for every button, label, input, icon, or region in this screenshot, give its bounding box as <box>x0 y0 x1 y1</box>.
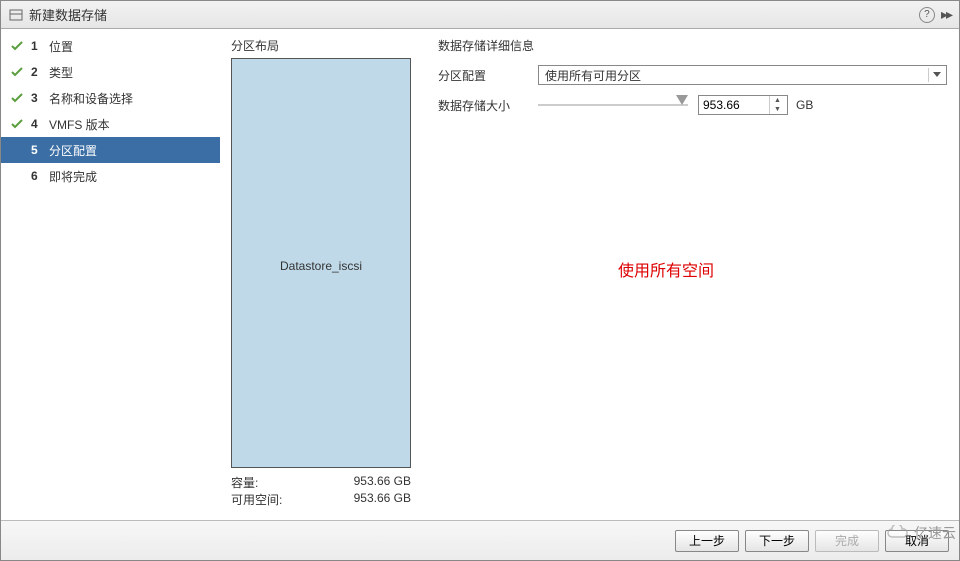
partition-diagram: Datastore_iscsi <box>231 58 411 468</box>
datastore-details-column: 数据存储详细信息 分区配置 使用所有可用分区 数据存储大小 <box>438 37 947 520</box>
back-button[interactable]: 上一步 <box>675 530 739 552</box>
spinner-down-icon[interactable]: ▼ <box>770 105 785 114</box>
wizard-sidebar: 1 位置 2 类型 3 名称和设备选择 4 VMFS 版本 5 分区配置 <box>1 29 221 520</box>
wizard-step-type[interactable]: 2 类型 <box>1 59 220 85</box>
size-input[interactable] <box>699 98 769 112</box>
partition-config-row: 分区配置 使用所有可用分区 <box>438 62 947 88</box>
dialog-window: 新建数据存储 ? ▸▸ 1 位置 2 类型 3 名称和设备选择 4 <box>0 0 960 561</box>
slider-thumb[interactable] <box>676 95 688 105</box>
partition-layout-column: 分区布局 Datastore_iscsi 容量: 953.66 GB 可用空间:… <box>231 37 426 520</box>
size-spinner[interactable]: ▲ ▼ <box>698 95 788 115</box>
spinner-buttons: ▲ ▼ <box>769 96 785 114</box>
capacity-info: 容量: 953.66 GB 可用空间: 953.66 GB <box>231 474 426 508</box>
check-icon <box>11 40 25 52</box>
partition-layout-label: 分区布局 <box>231 37 426 54</box>
partition-config-label: 分区配置 <box>438 67 538 84</box>
step-number: 5 <box>31 143 43 157</box>
step-number: 2 <box>31 65 43 79</box>
dialog-body: 1 位置 2 类型 3 名称和设备选择 4 VMFS 版本 5 分区配置 <box>1 29 959 520</box>
step-label: 类型 <box>49 64 73 81</box>
spinner-up-icon[interactable]: ▲ <box>770 96 785 105</box>
check-icon <box>11 92 25 104</box>
step-label: 名称和设备选择 <box>49 90 133 107</box>
wizard-step-location[interactable]: 1 位置 <box>1 33 220 59</box>
step-label: 分区配置 <box>49 142 97 159</box>
partition-config-select[interactable]: 使用所有可用分区 <box>538 65 947 85</box>
step-label: VMFS 版本 <box>49 116 110 133</box>
size-slider[interactable] <box>538 97 688 113</box>
size-unit: GB <box>796 98 813 112</box>
wizard-step-partition-config[interactable]: 5 分区配置 <box>1 137 220 163</box>
step-label: 位置 <box>49 38 73 55</box>
step-number: 3 <box>31 91 43 105</box>
dock-icon[interactable]: ▸▸ <box>941 6 951 23</box>
watermark: 亿速云 <box>886 523 956 543</box>
step-number: 6 <box>31 169 43 183</box>
dialog-title: 新建数据存储 <box>29 5 107 24</box>
finish-button: 完成 <box>815 530 879 552</box>
free-space-value: 953.66 GB <box>331 491 411 508</box>
datastore-size-row: 数据存储大小 ▲ ▼ GB <box>438 92 947 118</box>
main-content: 分区布局 Datastore_iscsi 容量: 953.66 GB 可用空间:… <box>221 29 959 520</box>
check-icon <box>11 66 25 78</box>
next-button[interactable]: 下一步 <box>745 530 809 552</box>
slider-track <box>538 104 688 106</box>
step-label: 即将完成 <box>49 168 97 185</box>
dialog-footer: 上一步 下一步 完成 取消 <box>1 520 959 560</box>
wizard-step-name-device[interactable]: 3 名称和设备选择 <box>1 85 220 111</box>
capacity-value: 953.66 GB <box>331 474 411 491</box>
partition-config-value: 使用所有可用分区 <box>545 67 641 84</box>
datastore-size-label: 数据存储大小 <box>438 97 538 114</box>
help-icon[interactable]: ? <box>919 7 935 23</box>
wizard-step-ready[interactable]: 6 即将完成 <box>1 163 220 189</box>
free-space-label: 可用空间: <box>231 491 331 508</box>
capacity-label: 容量: <box>231 474 331 491</box>
check-icon <box>11 118 25 130</box>
step-number: 4 <box>31 117 43 131</box>
chevron-down-icon <box>928 68 944 82</box>
watermark-text: 亿速云 <box>914 523 956 543</box>
annotation-text: 使用所有空间 <box>618 257 714 281</box>
datastore-name: Datastore_iscsi <box>280 259 362 273</box>
titlebar: 新建数据存储 ? ▸▸ <box>1 1 959 29</box>
step-number: 1 <box>31 39 43 53</box>
datastore-icon <box>9 8 23 22</box>
cloud-icon <box>886 525 910 541</box>
details-section-label: 数据存储详细信息 <box>438 37 947 54</box>
wizard-step-vmfs-version[interactable]: 4 VMFS 版本 <box>1 111 220 137</box>
